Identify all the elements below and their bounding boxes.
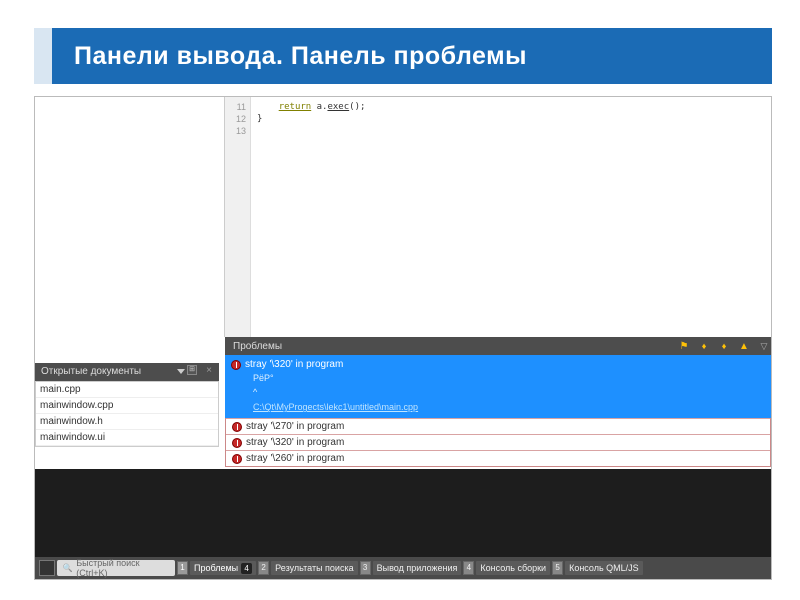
code-content: return a.exec(); } <box>251 97 365 337</box>
status-bar: 🔍 Быстрый поиск (Ctrl+K) 1Проблемы4 2Рез… <box>35 557 771 579</box>
tab-app-output[interactable]: 3Вывод приложения <box>360 560 462 576</box>
warning-icon[interactable]: ▲ <box>737 339 751 353</box>
line-gutter: 11 12 13 <box>225 97 251 337</box>
code-editor[interactable]: 11 12 13 return a.exec(); } <box>225 97 771 337</box>
slide-title-bar: Панели вывода. Панель проблемы <box>52 28 772 84</box>
quick-search-input[interactable]: 🔍 Быстрый поиск (Ctrl+K) <box>57 560 175 576</box>
flag-icon[interactable]: ⚑ <box>677 339 691 353</box>
issue-row[interactable]: stray '\270' in program <box>226 418 770 434</box>
tab-build-console[interactable]: 4Консоль сборки <box>463 560 550 576</box>
ide-frame: 11 12 13 return a.exec(); } Открытые док… <box>34 96 772 580</box>
issue-message: stray '\320' in program <box>245 359 343 370</box>
issue-selected[interactable]: stray '\320' in program РёР° ^ C:\Qt\MyP… <box>225 355 771 418</box>
code-line: return a.exec(); <box>257 101 365 113</box>
open-documents-title: Открытые документы <box>41 366 141 377</box>
title-accent <box>34 28 52 84</box>
error-icon <box>232 438 242 448</box>
problems-header: Проблемы ⚑ ♦ ♦ ▲ ▽ <box>225 337 771 355</box>
open-documents-list: main.cpp mainwindow.cpp mainwindow.h mai… <box>35 381 219 447</box>
issue-caret: ^ <box>231 386 765 398</box>
issue-detail: РёР° <box>231 372 765 384</box>
list-item[interactable]: mainwindow.ui <box>36 430 218 446</box>
tab-search-results[interactable]: 2Результаты поиска <box>258 560 357 576</box>
status-toggle[interactable] <box>39 560 55 576</box>
line-number: 11 <box>225 101 250 113</box>
code-line: } <box>257 113 365 125</box>
list-item[interactable]: mainwindow.h <box>36 414 218 430</box>
close-icon[interactable]: × <box>203 365 215 377</box>
error-icon <box>232 454 242 464</box>
problems-title: Проблемы <box>233 341 282 352</box>
search-icon: 🔍 <box>63 563 73 573</box>
issues-list: stray '\270' in program stray '\320' in … <box>225 418 771 467</box>
filter-icon[interactable]: ▽ <box>757 339 771 353</box>
issue-text: stray '\320' in program <box>246 437 344 448</box>
line-number: 13 <box>225 125 250 137</box>
issue-row[interactable]: stray '\260' in program <box>226 450 770 466</box>
issue-row[interactable]: stray '\320' in program <box>226 434 770 450</box>
tab-qml-console[interactable]: 5Консоль QML/JS <box>552 560 643 576</box>
issue-text: stray '\270' in program <box>246 421 344 432</box>
empty-area <box>35 469 771 557</box>
error-icon <box>231 360 241 370</box>
split-icon[interactable]: ⊞ <box>187 365 197 375</box>
slide-title: Панели вывода. Панель проблемы <box>74 42 527 71</box>
tab-problems[interactable]: 1Проблемы4 <box>177 560 256 576</box>
open-documents-panel: Открытые документы ⊞ × main.cpp mainwind… <box>35 363 219 447</box>
dropdown-icon[interactable] <box>177 369 185 374</box>
error-icon <box>232 422 242 432</box>
list-item[interactable]: mainwindow.cpp <box>36 398 218 414</box>
line-number: 12 <box>225 113 250 125</box>
issue-path[interactable]: C:\Qt\MyProgects\lekc1\untitled\main.cpp <box>231 402 765 412</box>
open-documents-header: Открытые документы ⊞ × <box>35 363 219 381</box>
issue-text: stray '\260' in program <box>246 453 344 464</box>
list-item[interactable]: main.cpp <box>36 382 218 398</box>
code-line <box>257 125 365 137</box>
prev-icon[interactable]: ♦ <box>697 339 711 353</box>
search-placeholder: Быстрый поиск (Ctrl+K) <box>76 558 170 578</box>
next-icon[interactable]: ♦ <box>717 339 731 353</box>
